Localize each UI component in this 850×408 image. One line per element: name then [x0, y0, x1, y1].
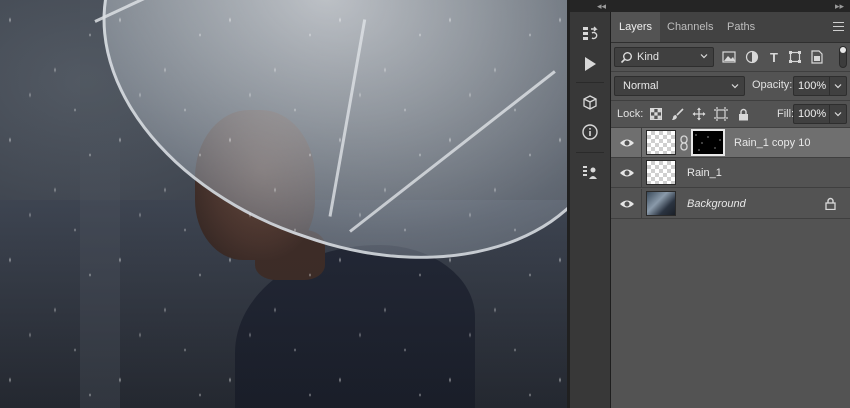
info-icon[interactable]: [578, 120, 602, 144]
lock-artboard-icon[interactable]: [713, 106, 729, 122]
chevron-down-icon: [700, 54, 708, 59]
tab-paths[interactable]: Paths: [719, 12, 763, 42]
3d-cube-icon[interactable]: [578, 91, 602, 115]
rain-overlay: [0, 0, 567, 408]
filter-adjustment-icon[interactable]: [744, 49, 760, 65]
fill-field[interactable]: 100%: [793, 104, 847, 124]
filter-kind-label: Kind: [637, 51, 660, 63]
tab-layers[interactable]: Layers: [611, 12, 661, 42]
play-action-icon[interactable]: [578, 52, 602, 76]
layer-mask-thumbnail[interactable]: [691, 129, 725, 156]
chevron-down-icon: [834, 112, 842, 117]
visibility-toggle[interactable]: [611, 128, 642, 158]
lock-all-icon[interactable]: [735, 106, 751, 122]
visibility-toggle[interactable]: [611, 158, 642, 188]
opacity-label: Opacity:: [752, 79, 793, 91]
collapse-right-icon[interactable]: ▸▸: [835, 0, 844, 12]
search-icon: [620, 52, 632, 64]
history-icon[interactable]: [578, 22, 602, 46]
visibility-toggle[interactable]: [611, 189, 642, 219]
blend-row: Normal Opacity: 100%: [611, 72, 850, 101]
layer-thumbnail[interactable]: [646, 160, 676, 185]
fill-label: Fill:: [777, 108, 795, 120]
layer-name[interactable]: Rain_1: [687, 167, 722, 179]
layer-filter-row: Kind T: [611, 43, 850, 72]
eye-icon: [620, 200, 634, 208]
filter-toggle[interactable]: [839, 46, 847, 68]
blend-mode-value: Normal: [623, 80, 659, 92]
filter-pixel-icon[interactable]: [721, 49, 737, 65]
lock-row: Lock: Fill: 100%: [611, 101, 850, 128]
layer-thumbnail[interactable]: [646, 130, 676, 155]
opacity-field[interactable]: 100%: [793, 76, 847, 96]
collapsed-panel-strip: [570, 12, 611, 408]
lock-position-move-icon[interactable]: [691, 106, 707, 122]
lock-transparent-icon[interactable]: [648, 106, 664, 122]
layer-row[interactable]: Rain_1: [611, 158, 850, 188]
fill-dropdown[interactable]: [829, 105, 846, 123]
properties-icon[interactable]: [578, 160, 602, 184]
chevron-down-icon: [834, 84, 842, 89]
lock-pixels-brush-icon[interactable]: [669, 106, 685, 122]
filter-kind-select[interactable]: Kind: [614, 47, 714, 67]
strip-separator: [576, 82, 604, 83]
blend-mode-select[interactable]: Normal: [614, 76, 745, 96]
eye-icon: [620, 139, 634, 147]
filter-smart-object-icon[interactable]: [809, 49, 825, 65]
collapse-left-icon[interactable]: ◂◂: [597, 0, 606, 12]
lock-label: Lock:: [617, 108, 644, 120]
document-canvas[interactable]: [0, 0, 567, 408]
strip-separator: [576, 152, 604, 153]
layers-panel: Layers Channels Paths Kind T Normal Opac…: [611, 12, 850, 408]
layer-thumbnail[interactable]: [646, 191, 676, 216]
layer-row[interactable]: Background: [611, 189, 850, 219]
layer-row[interactable]: Rain_1 copy 10: [611, 128, 850, 158]
panel-menu-icon[interactable]: [833, 22, 844, 31]
lock-icon: [825, 197, 836, 210]
layer-name[interactable]: Rain_1 copy 10: [734, 137, 810, 149]
eye-icon: [620, 169, 634, 177]
tab-channels[interactable]: Channels: [659, 12, 721, 42]
opacity-dropdown[interactable]: [829, 77, 846, 95]
chevron-down-icon: [731, 84, 739, 89]
opacity-value: 100%: [798, 80, 827, 92]
filter-shape-icon[interactable]: [787, 49, 803, 65]
layer-name[interactable]: Background: [687, 198, 746, 210]
link-chain-icon[interactable]: [679, 135, 689, 151]
panel-tab-bar: Layers Channels Paths: [611, 12, 850, 43]
fill-value: 100%: [798, 108, 827, 120]
filter-type-icon[interactable]: T: [766, 49, 782, 65]
